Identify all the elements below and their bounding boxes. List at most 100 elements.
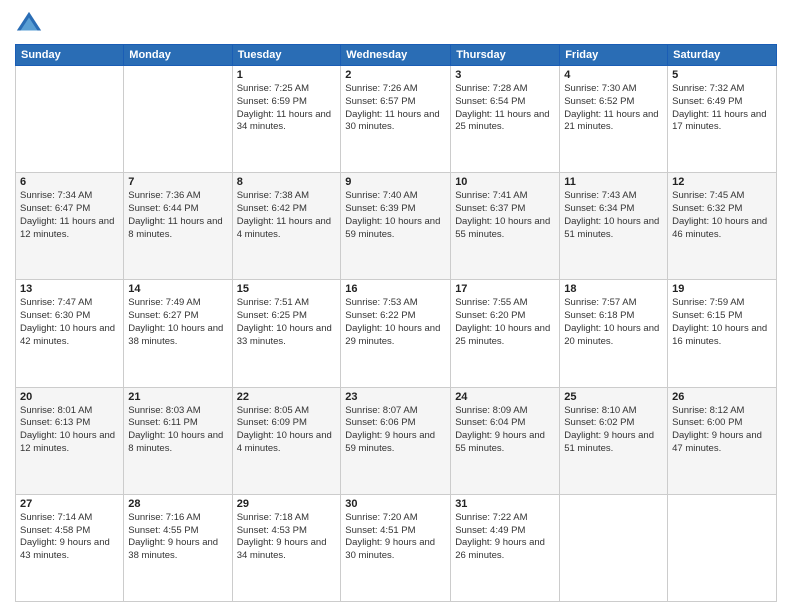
day-number: 8 <box>237 176 337 188</box>
day-number: 3 <box>455 69 555 81</box>
day-number: 24 <box>455 391 555 403</box>
day-cell: 3 Sunrise: 7:28 AMSunset: 6:54 PMDayligh… <box>451 66 560 173</box>
col-header-thursday: Thursday <box>451 45 560 66</box>
day-info: Sunrise: 7:25 AMSunset: 6:59 PMDaylight:… <box>237 83 331 132</box>
day-info: Sunrise: 7:47 AMSunset: 6:30 PMDaylight:… <box>20 297 115 346</box>
day-cell: 15 Sunrise: 7:51 AMSunset: 6:25 PMDaylig… <box>232 280 341 387</box>
day-number: 1 <box>237 69 337 81</box>
day-cell <box>560 494 668 601</box>
day-cell: 1 Sunrise: 7:25 AMSunset: 6:59 PMDayligh… <box>232 66 341 173</box>
week-row-0: 1 Sunrise: 7:25 AMSunset: 6:59 PMDayligh… <box>16 66 777 173</box>
calendar: SundayMondayTuesdayWednesdayThursdayFrid… <box>15 44 777 602</box>
day-info: Sunrise: 7:26 AMSunset: 6:57 PMDaylight:… <box>345 83 439 132</box>
day-number: 25 <box>564 391 663 403</box>
day-info: Sunrise: 7:43 AMSunset: 6:34 PMDaylight:… <box>564 190 659 239</box>
day-info: Sunrise: 7:36 AMSunset: 6:44 PMDaylight:… <box>128 190 222 239</box>
day-info: Sunrise: 7:22 AMSunset: 4:49 PMDaylight:… <box>455 512 545 561</box>
day-number: 4 <box>564 69 663 81</box>
day-info: Sunrise: 8:05 AMSunset: 6:09 PMDaylight:… <box>237 405 332 454</box>
day-info: Sunrise: 7:41 AMSunset: 6:37 PMDaylight:… <box>455 190 550 239</box>
week-row-4: 27 Sunrise: 7:14 AMSunset: 4:58 PMDaylig… <box>16 494 777 601</box>
day-cell: 25 Sunrise: 8:10 AMSunset: 6:02 PMDaylig… <box>560 387 668 494</box>
day-number: 26 <box>672 391 772 403</box>
week-row-3: 20 Sunrise: 8:01 AMSunset: 6:13 PMDaylig… <box>16 387 777 494</box>
day-number: 31 <box>455 498 555 510</box>
day-info: Sunrise: 7:16 AMSunset: 4:55 PMDaylight:… <box>128 512 218 561</box>
day-cell: 8 Sunrise: 7:38 AMSunset: 6:42 PMDayligh… <box>232 173 341 280</box>
calendar-header-row: SundayMondayTuesdayWednesdayThursdayFrid… <box>16 45 777 66</box>
day-number: 10 <box>455 176 555 188</box>
day-cell: 12 Sunrise: 7:45 AMSunset: 6:32 PMDaylig… <box>668 173 777 280</box>
day-number: 16 <box>345 283 446 295</box>
day-number: 15 <box>237 283 337 295</box>
day-cell <box>16 66 124 173</box>
day-number: 30 <box>345 498 446 510</box>
day-cell <box>124 66 232 173</box>
day-info: Sunrise: 8:12 AMSunset: 6:00 PMDaylight:… <box>672 405 762 454</box>
day-number: 5 <box>672 69 772 81</box>
day-info: Sunrise: 7:55 AMSunset: 6:20 PMDaylight:… <box>455 297 550 346</box>
day-cell: 31 Sunrise: 7:22 AMSunset: 4:49 PMDaylig… <box>451 494 560 601</box>
day-cell: 30 Sunrise: 7:20 AMSunset: 4:51 PMDaylig… <box>341 494 451 601</box>
day-number: 23 <box>345 391 446 403</box>
day-cell: 11 Sunrise: 7:43 AMSunset: 6:34 PMDaylig… <box>560 173 668 280</box>
day-info: Sunrise: 7:28 AMSunset: 6:54 PMDaylight:… <box>455 83 549 132</box>
day-info: Sunrise: 7:14 AMSunset: 4:58 PMDaylight:… <box>20 512 110 561</box>
day-number: 13 <box>20 283 119 295</box>
day-number: 6 <box>20 176 119 188</box>
day-info: Sunrise: 7:57 AMSunset: 6:18 PMDaylight:… <box>564 297 659 346</box>
day-cell: 24 Sunrise: 8:09 AMSunset: 6:04 PMDaylig… <box>451 387 560 494</box>
day-info: Sunrise: 7:38 AMSunset: 6:42 PMDaylight:… <box>237 190 331 239</box>
day-info: Sunrise: 7:34 AMSunset: 6:47 PMDaylight:… <box>20 190 114 239</box>
day-info: Sunrise: 7:30 AMSunset: 6:52 PMDaylight:… <box>564 83 658 132</box>
logo-icon <box>15 10 43 38</box>
day-cell: 14 Sunrise: 7:49 AMSunset: 6:27 PMDaylig… <box>124 280 232 387</box>
col-header-saturday: Saturday <box>668 45 777 66</box>
day-cell: 20 Sunrise: 8:01 AMSunset: 6:13 PMDaylig… <box>16 387 124 494</box>
logo <box>15 10 47 38</box>
week-row-2: 13 Sunrise: 7:47 AMSunset: 6:30 PMDaylig… <box>16 280 777 387</box>
day-cell: 13 Sunrise: 7:47 AMSunset: 6:30 PMDaylig… <box>16 280 124 387</box>
day-number: 17 <box>455 283 555 295</box>
day-cell: 22 Sunrise: 8:05 AMSunset: 6:09 PMDaylig… <box>232 387 341 494</box>
day-number: 7 <box>128 176 227 188</box>
calendar-body: 1 Sunrise: 7:25 AMSunset: 6:59 PMDayligh… <box>16 66 777 602</box>
day-number: 18 <box>564 283 663 295</box>
day-number: 29 <box>237 498 337 510</box>
day-cell: 27 Sunrise: 7:14 AMSunset: 4:58 PMDaylig… <box>16 494 124 601</box>
page: SundayMondayTuesdayWednesdayThursdayFrid… <box>0 0 792 612</box>
day-info: Sunrise: 7:20 AMSunset: 4:51 PMDaylight:… <box>345 512 435 561</box>
day-number: 19 <box>672 283 772 295</box>
day-info: Sunrise: 8:10 AMSunset: 6:02 PMDaylight:… <box>564 405 654 454</box>
day-info: Sunrise: 8:09 AMSunset: 6:04 PMDaylight:… <box>455 405 545 454</box>
day-cell: 26 Sunrise: 8:12 AMSunset: 6:00 PMDaylig… <box>668 387 777 494</box>
day-cell: 19 Sunrise: 7:59 AMSunset: 6:15 PMDaylig… <box>668 280 777 387</box>
day-info: Sunrise: 7:51 AMSunset: 6:25 PMDaylight:… <box>237 297 332 346</box>
day-cell: 7 Sunrise: 7:36 AMSunset: 6:44 PMDayligh… <box>124 173 232 280</box>
day-number: 11 <box>564 176 663 188</box>
day-number: 2 <box>345 69 446 81</box>
day-cell: 4 Sunrise: 7:30 AMSunset: 6:52 PMDayligh… <box>560 66 668 173</box>
day-cell: 28 Sunrise: 7:16 AMSunset: 4:55 PMDaylig… <box>124 494 232 601</box>
day-info: Sunrise: 8:03 AMSunset: 6:11 PMDaylight:… <box>128 405 223 454</box>
day-info: Sunrise: 7:45 AMSunset: 6:32 PMDaylight:… <box>672 190 767 239</box>
day-cell: 9 Sunrise: 7:40 AMSunset: 6:39 PMDayligh… <box>341 173 451 280</box>
header <box>15 10 777 38</box>
day-info: Sunrise: 7:53 AMSunset: 6:22 PMDaylight:… <box>345 297 440 346</box>
day-number: 9 <box>345 176 446 188</box>
day-number: 20 <box>20 391 119 403</box>
day-cell: 17 Sunrise: 7:55 AMSunset: 6:20 PMDaylig… <box>451 280 560 387</box>
day-cell: 2 Sunrise: 7:26 AMSunset: 6:57 PMDayligh… <box>341 66 451 173</box>
day-cell: 6 Sunrise: 7:34 AMSunset: 6:47 PMDayligh… <box>16 173 124 280</box>
day-info: Sunrise: 7:18 AMSunset: 4:53 PMDaylight:… <box>237 512 327 561</box>
col-header-tuesday: Tuesday <box>232 45 341 66</box>
day-cell: 29 Sunrise: 7:18 AMSunset: 4:53 PMDaylig… <box>232 494 341 601</box>
day-number: 21 <box>128 391 227 403</box>
col-header-friday: Friday <box>560 45 668 66</box>
day-info: Sunrise: 7:32 AMSunset: 6:49 PMDaylight:… <box>672 83 766 132</box>
day-number: 27 <box>20 498 119 510</box>
day-cell: 23 Sunrise: 8:07 AMSunset: 6:06 PMDaylig… <box>341 387 451 494</box>
week-row-1: 6 Sunrise: 7:34 AMSunset: 6:47 PMDayligh… <box>16 173 777 280</box>
day-number: 22 <box>237 391 337 403</box>
day-number: 12 <box>672 176 772 188</box>
